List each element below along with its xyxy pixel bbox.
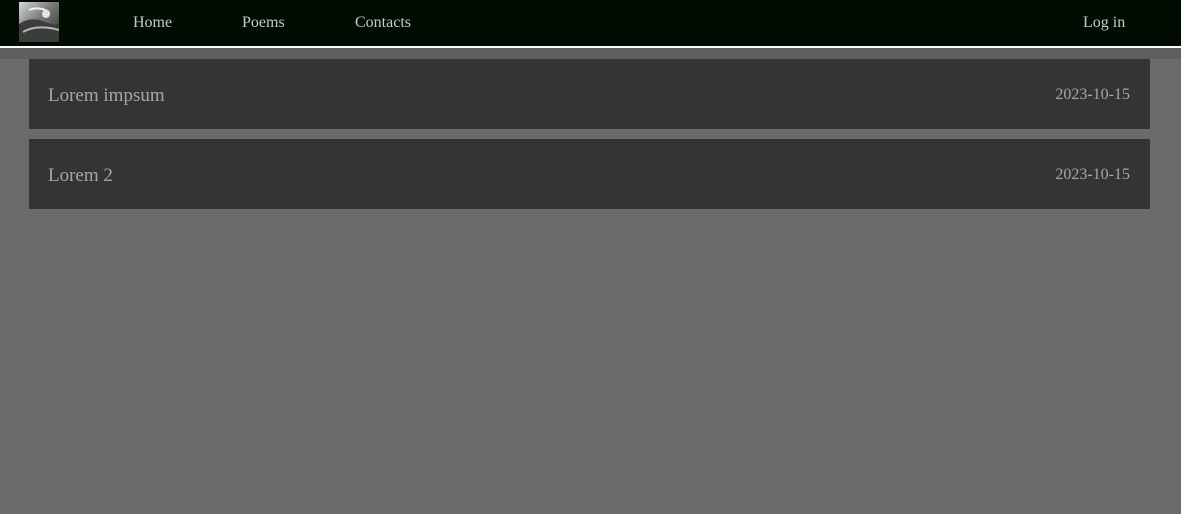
post-card[interactable]: Lorem 2 2023-10-15 [29,139,1150,209]
post-card[interactable]: Lorem impsum 2023-10-15 [29,59,1150,129]
login-link[interactable]: Log in [1083,14,1125,32]
post-date: 2023-10-15 [1055,166,1130,183]
nav-link-contacts[interactable]: Contacts [355,14,411,32]
logo-image[interactable] [19,2,59,42]
nav-link-poems[interactable]: Poems [242,14,285,32]
post-date: 2023-10-15 [1055,86,1130,103]
nav-link-home[interactable]: Home [133,14,172,32]
post-title[interactable]: Lorem impsum [48,85,165,107]
navbar-shadow [0,48,1181,59]
navbar: Home Poems Contacts Log in [0,0,1181,46]
post-title[interactable]: Lorem 2 [48,165,113,187]
